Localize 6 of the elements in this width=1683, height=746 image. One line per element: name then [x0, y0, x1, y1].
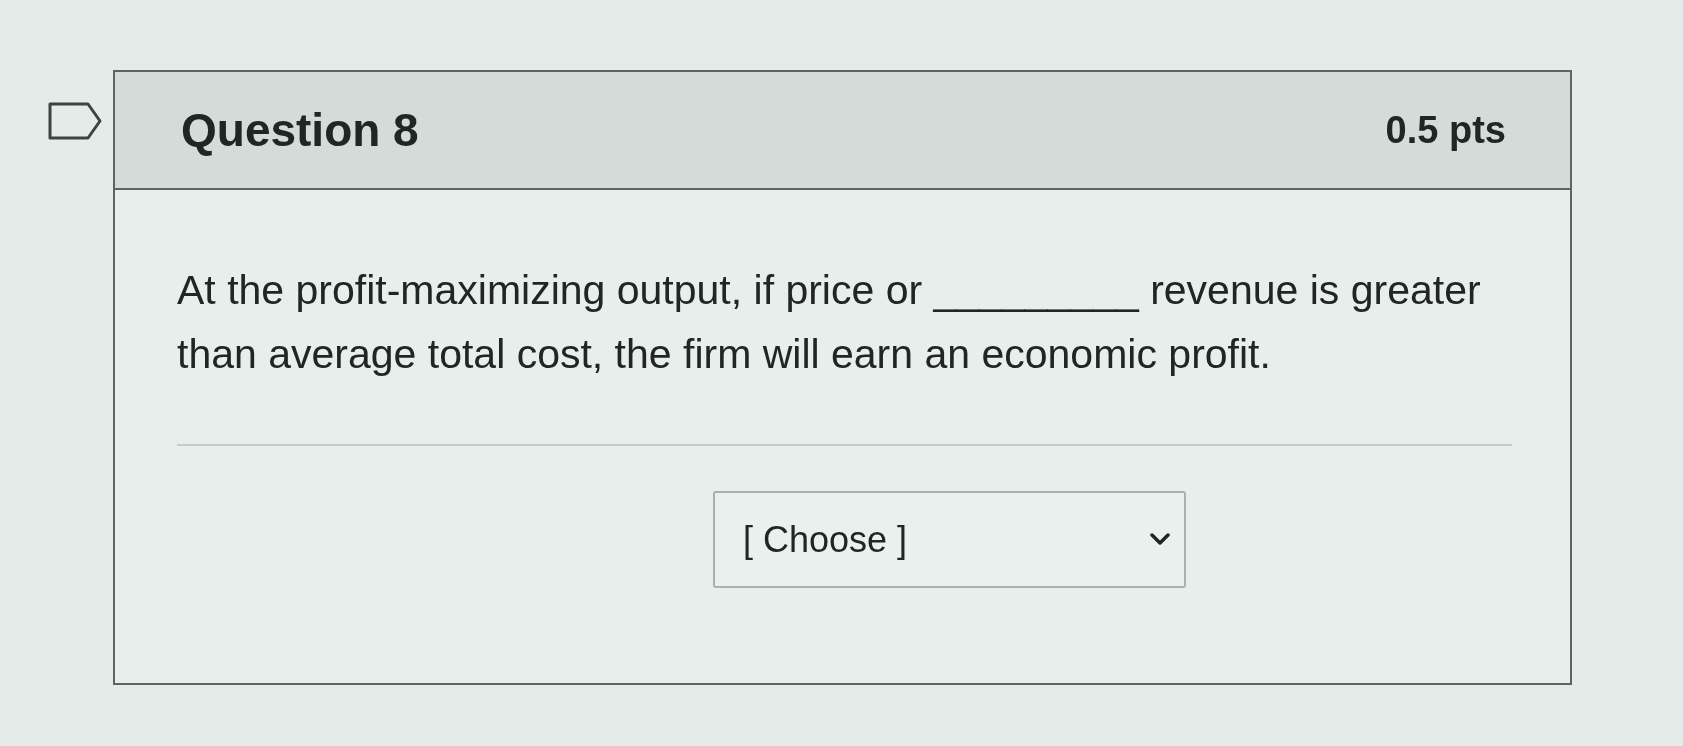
question-title: Question 8: [181, 103, 419, 157]
chevron-down-icon: [1150, 533, 1170, 546]
answer-dropdown[interactable]: [ Choose ]: [713, 491, 1186, 588]
question-points: 0.5 pts: [1385, 108, 1506, 152]
tag-icon[interactable]: [48, 102, 102, 140]
question-text: At the profit-maximizing output, if price or _________ revenue is greater than average total cost, the firm will earn an economic profit.: [177, 266, 1482, 379]
